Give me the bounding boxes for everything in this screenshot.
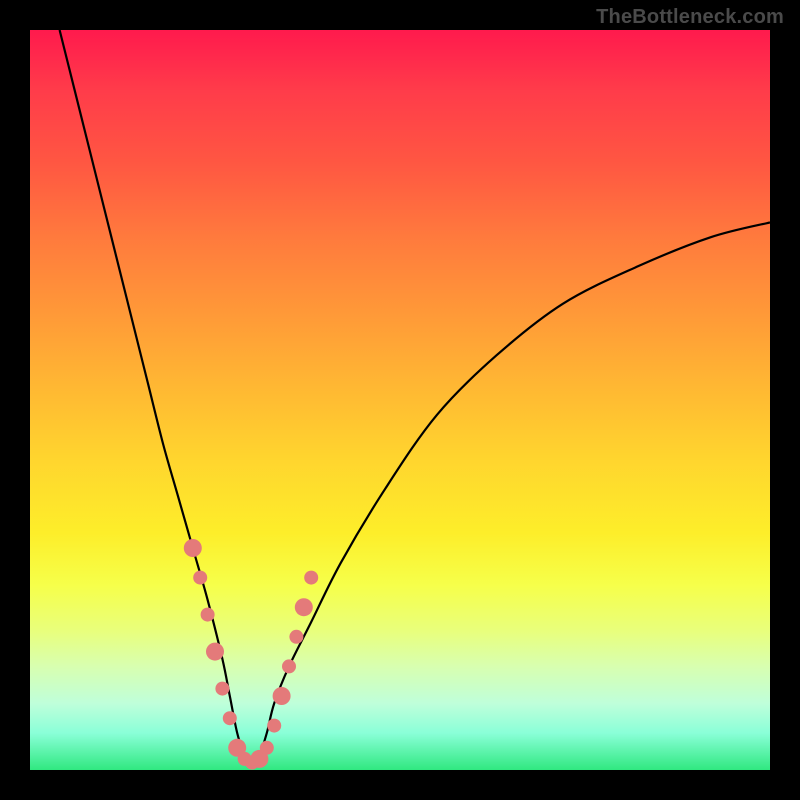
highlight-dot bbox=[201, 608, 215, 622]
highlight-dot bbox=[289, 630, 303, 644]
highlight-dot bbox=[206, 643, 224, 661]
highlight-dot bbox=[304, 571, 318, 585]
highlight-dot bbox=[273, 687, 291, 705]
highlight-dot bbox=[193, 571, 207, 585]
highlight-dot bbox=[223, 711, 237, 725]
marker-group bbox=[184, 539, 318, 770]
highlight-dot bbox=[215, 682, 229, 696]
bottleneck-curve bbox=[60, 30, 770, 763]
chart-frame: TheBottleneck.com bbox=[0, 0, 800, 800]
plot-area bbox=[30, 30, 770, 770]
highlight-dot bbox=[184, 539, 202, 557]
highlight-dot bbox=[282, 659, 296, 673]
highlight-dot bbox=[267, 719, 281, 733]
highlight-dot bbox=[295, 598, 313, 616]
watermark-text: TheBottleneck.com bbox=[596, 6, 784, 29]
curve-layer bbox=[30, 30, 770, 770]
highlight-dot bbox=[260, 741, 274, 755]
